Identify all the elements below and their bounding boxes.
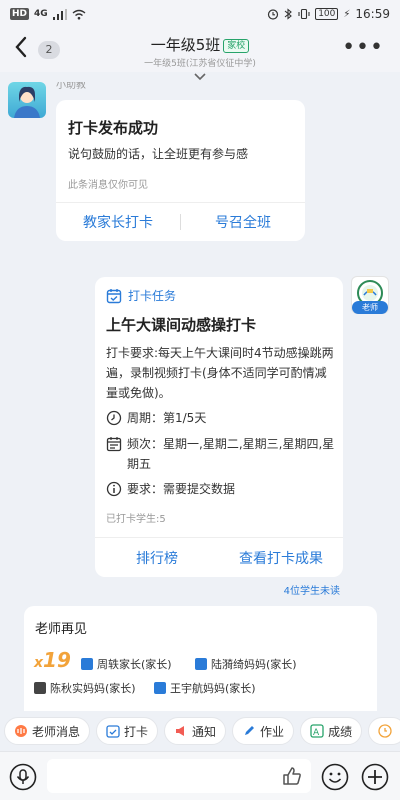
charging-icon: ⚡ [343,8,351,20]
plus-icon[interactable] [361,763,389,791]
tab-label: 通知 [192,724,217,739]
card-actions: 教家长打卡 号召全班 [56,202,305,241]
reply-person: 周轶家长(家长) [81,656,172,672]
more-menu-button[interactable]: ••• [342,37,384,59]
private-note: 此条消息仅你可见 [68,180,148,191]
frequency-row: 频次：星期一,星期二,星期三,星期四,星期五 [106,434,339,474]
tab-label: 作业 [260,724,285,739]
task-actions: 排行榜 查看打卡成果 [95,537,343,577]
battery-indicator: 100 [315,8,339,20]
message-title: 老师再见 [35,622,88,637]
megaphone-icon [176,726,185,736]
grade-icon: A [310,724,324,738]
teacher-role-tag: 老师 [352,301,388,314]
page-subtitle: 一年级5班(江苏省仪征中学) [144,59,256,69]
requirement-row: 要求：需要提交数据 [106,479,339,499]
person-name: 周轶家长(家长) [97,658,172,671]
goodbye-message-card: 老师再见 x19 周轶家长(家长) 陆漪绮妈妈(家长) 陈秋实妈妈(家长) 王宇… [24,606,377,726]
task-type-label: 打卡任务 [128,289,177,303]
svg-text:A: A [313,728,320,738]
clock: 16:59 [355,7,390,21]
reply-count: x19 [34,648,71,672]
voice-icon[interactable] [9,763,37,791]
helper-avatar-image [14,86,40,118]
card-text: 说句鼓励的话，让全班更有参与感 [68,147,249,161]
tab-label: 打卡 [124,724,149,739]
count-prefix: x [34,655,44,671]
person-name: 陆漪绮妈妈(家长) [211,658,297,671]
task-header: 打卡任务 [106,287,176,304]
info-icon [106,481,122,497]
status-bar: HD 4G 100 ⚡ 16:59 [0,0,400,28]
unread-status[interactable]: 4位学生未读 [284,582,340,597]
helper-name: 小助教 [56,82,86,91]
emoji-icon[interactable] [321,763,349,791]
tab-label: 成绩 [328,724,353,739]
clock-icon [378,724,392,738]
title-block: 一年级5班 家校 一年级5班(江苏省仪征中学) [0,34,400,69]
avatar [154,682,166,694]
tab-label: 老师消息 [32,724,81,739]
alarm-icon [268,9,279,20]
leaderboard-button[interactable]: 排行榜 [95,548,219,568]
wifi-icon [72,9,86,19]
pencil-icon [245,726,255,735]
input-bar [0,751,400,800]
signal-icon [52,8,67,20]
tab-grades[interactable]: A 成绩 [300,717,363,745]
message-input[interactable] [47,759,311,793]
frequency-text: 频次：星期一,星期二,星期三,星期四,星期五 [127,437,335,471]
tab-teacher-message[interactable]: 老师消息 [4,717,91,745]
bluetooth-icon [284,8,293,20]
reply-person: 陈秋实妈妈(家长) [34,680,136,696]
task-requirement: 打卡要求:每天上午大课间时4节动感操跳两遍，录制视频打卡(身体不适同学可酌情减量… [106,346,334,400]
calendar-check-icon [106,288,122,303]
group-type-tag: 家校 [223,39,250,53]
hd-icon: HD [10,8,30,20]
person-name: 王宇航妈妈(家长) [170,682,256,695]
card-title: 打卡发布成功 [68,119,159,137]
view-results-button[interactable]: 查看打卡成果 [219,548,343,568]
checked-in-count: 已打卡学生:5 [106,514,166,525]
thumbs-up-icon[interactable] [281,765,303,787]
avatar [81,658,93,670]
call-class-button[interactable]: 号召全班 [181,212,305,232]
chevron-down-icon[interactable] [193,72,207,82]
checkin-task-card[interactable]: 打卡任务 上午大课间动感操打卡 打卡要求:每天上午大课间时4节动感操跳两遍，录制… [95,277,343,577]
page-title: 一年级5班 [150,36,221,54]
count-value: 19 [43,648,71,672]
period-row: 周期：第1/5天 [106,408,339,428]
teach-parents-button[interactable]: 教家长打卡 [56,212,180,232]
reply-person: 陆漪绮妈妈(家长) [195,656,297,672]
calendar-icon [106,437,122,452]
tab-notice[interactable]: 通知 [164,717,227,745]
checkin-success-card: 打卡发布成功 说句鼓励的话，让全班更有参与感 此条消息仅你可见 教家长打卡 号召… [56,100,305,241]
network-label: 4G [34,9,48,19]
calendar-check-icon [106,725,120,738]
vibrate-icon [298,8,310,20]
tab-more[interactable] [368,717,400,745]
chat-header: 2 一年级5班 家校 一年级5班(江苏省仪征中学) ••• [0,28,400,72]
requirement-text: 要求：需要提交数据 [127,482,236,496]
tab-checkin[interactable]: 打卡 [96,717,159,745]
reply-person: 王宇航妈妈(家长) [154,680,256,696]
period-text: 周期：第1/5天 [127,411,207,425]
avatar [34,682,46,694]
task-title: 上午大课间动感操打卡 [106,316,257,334]
teacher-message-icon [15,725,27,737]
helper-avatar[interactable] [8,82,46,118]
quick-action-bar: 老师消息 打卡 通知 作业 A 成绩 [0,711,400,751]
person-name: 陈秋实妈妈(家长) [50,682,136,695]
avatar [195,658,207,670]
tab-homework[interactable]: 作业 [232,717,295,745]
clock-icon [106,410,122,426]
